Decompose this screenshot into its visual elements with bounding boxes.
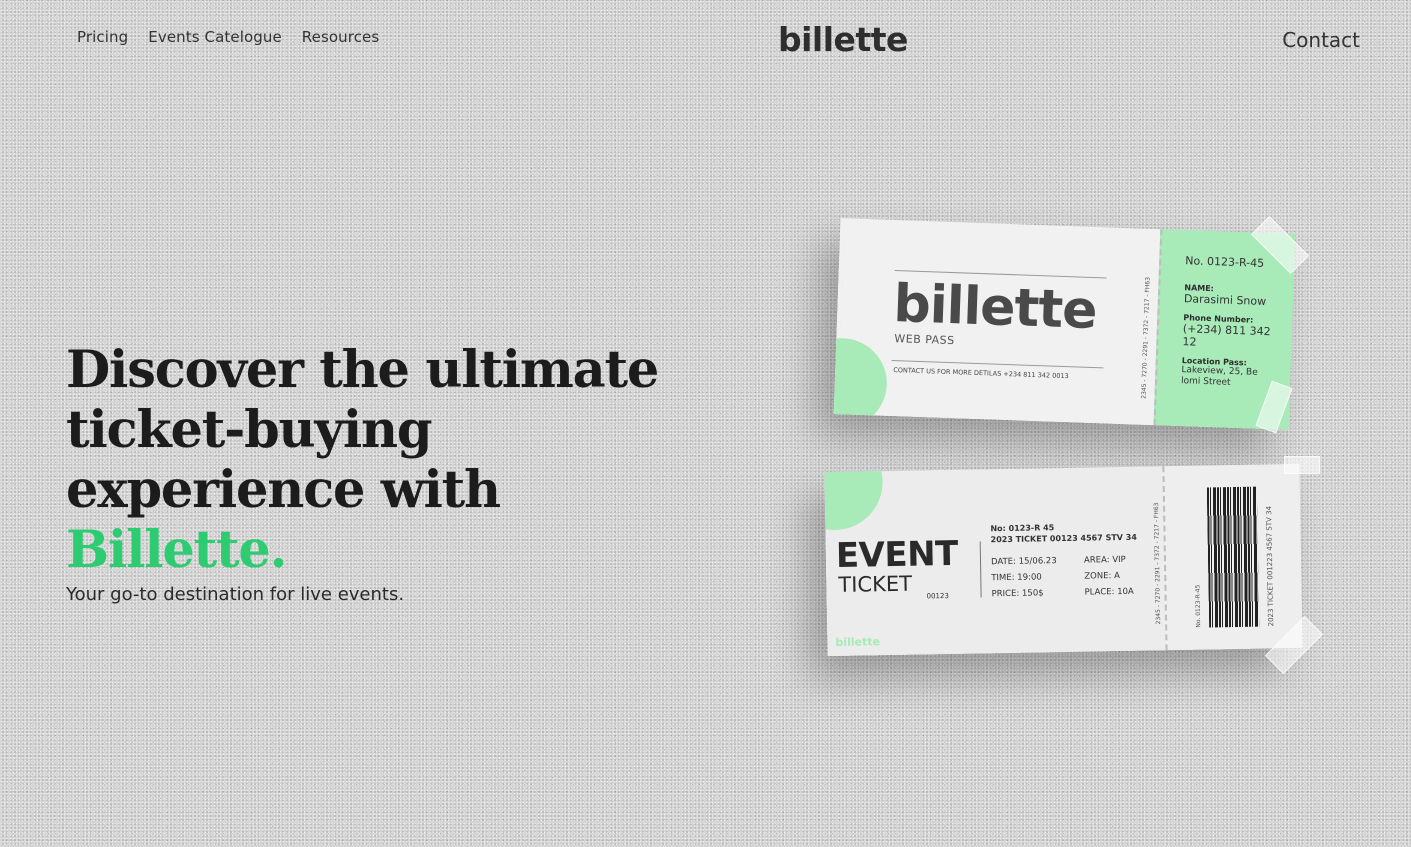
event-ticket-price: PRICE: 150$ <box>991 588 1044 600</box>
location-value: Lakeview, 25, Be lomi Street <box>1180 365 1258 388</box>
nav-link-resources[interactable]: Resources <box>302 28 380 46</box>
site-logo[interactable]: billette <box>778 20 908 59</box>
hero-title-line-3: experience with <box>66 460 501 520</box>
ticket-logo: billette <box>892 274 1098 342</box>
ticket-circle-decoration <box>824 466 884 531</box>
hero-title: Discover the ultimate ticket-buying expe… <box>66 340 659 580</box>
event-ticket-place: PLACE: 10A <box>1084 586 1134 598</box>
nav-link-pricing[interactable]: Pricing <box>77 28 128 46</box>
phone-value: (+234) 811 342 12 <box>1182 322 1271 349</box>
name-value: Darasimi Snow <box>1183 292 1267 309</box>
stub-serial: 2023 TICKET 001223 4567 STV 34 <box>1265 505 1276 627</box>
ticket-side-code: 2345 - 7270 - 2291 - 7372 - 7217 - FH63 <box>1140 276 1152 399</box>
ticket-circle-decoration <box>833 336 889 426</box>
event-ticket-area: AREA: VIP <box>1083 554 1126 566</box>
hero-title-line-1: Discover the ultimate <box>66 340 659 400</box>
event-ticket-time: TIME: 19:00 <box>991 572 1042 584</box>
main-nav: Pricing Events Catelogue Resources <box>77 28 379 46</box>
event-ticket-no: No: 0123-R 45 <box>990 523 1055 534</box>
stub-number: No. 0123-R-45 <box>1194 584 1203 628</box>
hero-section: Discover the ultimate ticket-buying expe… <box>66 340 659 605</box>
hero-title-brand: Billette. <box>66 520 287 580</box>
web-pass-main: billette WEB PASS CONTACT US FOR MORE DE… <box>833 218 1161 426</box>
event-ticket-serial: 2023 TICKET 00123 4567 STV 34 <box>990 532 1137 545</box>
contact-link[interactable]: Contact <box>1282 28 1360 52</box>
web-pass-ticket-image: billette WEB PASS CONTACT US FOR MORE DE… <box>833 218 1296 430</box>
event-ticket-number-small: 00123 <box>926 592 949 601</box>
ticket-web-pass-label: WEB PASS <box>894 332 955 348</box>
event-ticket-subtitle: TICKET <box>838 571 913 597</box>
ticket-side-code: 2345 - 7270 - 2291 - 7372 - 7217 - FH63 <box>1153 502 1163 625</box>
ticket-number: No. 0123-R-45 <box>1185 254 1265 270</box>
event-ticket-main: EVENT TICKET 00123 No: 0123-R 45 2023 TI… <box>824 466 1166 657</box>
event-ticket-stub: No. 0123-R-45 2023 TICKET 001223 4567 ST… <box>1162 463 1303 651</box>
event-ticket-divider <box>979 541 982 598</box>
nav-link-events-catalogue[interactable]: Events Catelogue <box>148 28 282 46</box>
hero-title-line-2: ticket-buying <box>66 400 433 460</box>
hero-subtitle: Your go-to destination for live events. <box>66 584 405 605</box>
event-ticket-date: DATE: 15/06.23 <box>990 556 1057 568</box>
barcode-image <box>1206 486 1260 628</box>
event-ticket-image: EVENT TICKET 00123 No: 0123-R 45 2023 TI… <box>824 463 1303 657</box>
event-ticket-title: EVENT <box>835 533 959 576</box>
ticket-contact-line: CONTACT US FOR MORE DETILAS +234 811 342… <box>893 366 1069 381</box>
tape-decoration <box>1284 456 1320 474</box>
event-ticket-brand: billette <box>835 635 881 649</box>
event-ticket-zone: ZONE: A <box>1084 571 1121 582</box>
